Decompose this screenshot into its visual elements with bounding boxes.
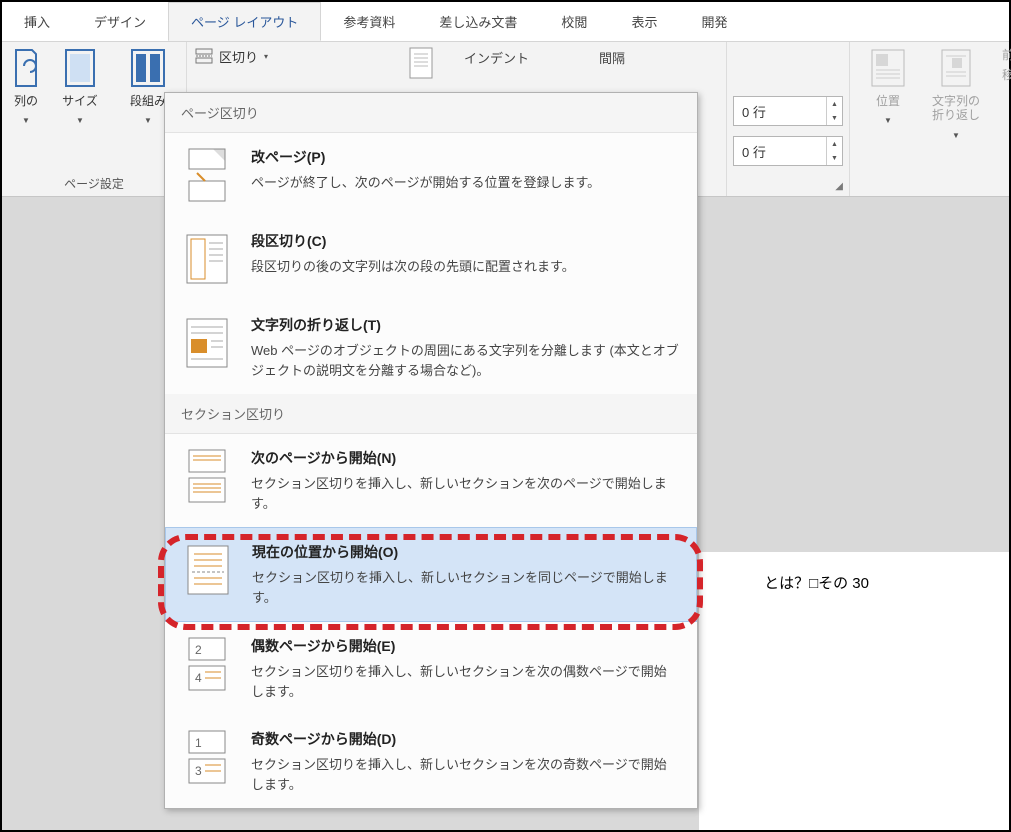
- position-label: 位置: [876, 94, 900, 108]
- menu-item-column-break[interactable]: 段区切り(C) 段区切りの後の文字列は次の段の先頭に配置されます。: [165, 217, 697, 301]
- spacing-after-value: 0 行: [734, 142, 826, 161]
- breaks-menu: ページ区切り 改ページ(P) ページが終了し、次のページが開始する位置を登録しま…: [164, 92, 698, 809]
- columns-label: 段組み: [130, 94, 166, 108]
- chevron-down-icon: ▼: [952, 131, 960, 140]
- chevron-up-icon[interactable]: ▲: [827, 97, 842, 111]
- continuous-desc: セクション区切りを挿入し、新しいセクションを同じページで開始します。: [252, 568, 678, 607]
- wrap-icon: [936, 48, 976, 88]
- dialog-launcher-icon[interactable]: ◢: [835, 181, 843, 192]
- breaks-label: 区切り: [219, 47, 258, 66]
- more-button[interactable]: 前 移: [996, 48, 1011, 83]
- continuous-icon: [184, 542, 232, 598]
- odd-page-title: 奇数ページから開始(D): [251, 729, 679, 749]
- column-break-desc: 段区切りの後の文字列は次の段の先頭に配置されます。: [251, 257, 679, 277]
- tab-review[interactable]: 校閲: [539, 2, 609, 41]
- continuous-title: 現在の位置から開始(O): [252, 542, 678, 562]
- menu-item-next-page[interactable]: 次のページから開始(N) セクション区切りを挿入し、新しいセクションを次のページ…: [165, 434, 697, 527]
- menu-section-section-breaks: セクション区切り: [165, 394, 697, 434]
- even-page-icon: 24: [183, 636, 231, 692]
- group-page-setup: 列の ▼ サイズ ▼ 段組み ▼ ページ設定: [2, 42, 187, 196]
- svg-text:3: 3: [195, 764, 202, 778]
- page-break-icon: [183, 147, 231, 203]
- svg-text:2: 2: [195, 643, 202, 657]
- chevron-down-icon: ▼: [76, 116, 84, 125]
- group-arrange: 位置 ▼ 文字列の 折り返し ▼ 前 移: [850, 42, 1011, 196]
- menu-section-page-breaks: ページ区切り: [165, 93, 697, 133]
- page-break-desc: ページが終了し、次のページが開始する位置を登録します。: [251, 173, 679, 193]
- next-page-desc: セクション区切りを挿入し、新しいセクションを次のページで開始します。: [251, 474, 679, 513]
- position-button[interactable]: 位置 ▼: [860, 48, 916, 125]
- chevron-down-icon: ▼: [22, 116, 30, 125]
- size-icon: [60, 48, 100, 88]
- spacing-before-value: 0 行: [734, 102, 826, 121]
- tab-layout[interactable]: ページ レイアウト: [168, 2, 321, 41]
- odd-page-icon: 13: [183, 729, 231, 785]
- column-break-icon: [183, 231, 231, 287]
- wrap-label: 文字列の 折り返し: [932, 94, 980, 123]
- indent-heading: インデント: [456, 42, 591, 73]
- indent-spacing-area: インデント 間隔: [456, 42, 726, 86]
- ribbon-tabs: 挿入 デザイン ページ レイアウト 参考資料 差し込み文書 校閲 表示 開発: [2, 2, 1009, 42]
- wrap-button[interactable]: 文字列の 折り返し ▼: [928, 48, 984, 140]
- tab-view[interactable]: 表示: [609, 2, 679, 41]
- size-button[interactable]: サイズ ▼: [52, 48, 108, 125]
- chevron-down-icon: ▼: [144, 116, 152, 125]
- size-label: サイズ: [62, 94, 98, 108]
- odd-page-desc: セクション区切りを挿入し、新しいセクションを次の奇数ページで開始します。: [251, 755, 679, 794]
- orientation-label: 列の: [14, 94, 38, 108]
- text-wrap-desc: Web ページのオブジェクトの周囲にある文字列を分離します (本文とオブジェクト…: [251, 341, 679, 380]
- menu-item-text-wrap[interactable]: 文字列の折り返し(T) Web ページのオブジェクトの周囲にある文字列を分離しま…: [165, 301, 697, 394]
- svg-text:4: 4: [195, 671, 202, 685]
- menu-item-odd-page[interactable]: 13 奇数ページから開始(D) セクション区切りを挿入し、新しいセクションを次の…: [165, 715, 697, 808]
- chevron-down-icon: ▼: [884, 116, 892, 125]
- column-break-title: 段区切り(C): [251, 231, 679, 251]
- menu-item-page-break[interactable]: 改ページ(P) ページが終了し、次のページが開始する位置を登録します。: [165, 133, 697, 217]
- text-wrap-icon: [183, 315, 231, 371]
- even-page-title: 偶数ページから開始(E): [251, 636, 679, 656]
- text-wrap-title: 文字列の折り返し(T): [251, 315, 679, 335]
- even-page-desc: セクション区切りを挿入し、新しいセクションを次の偶数ページで開始します。: [251, 662, 679, 701]
- tab-insert[interactable]: 挿入: [2, 2, 72, 41]
- menu-item-even-page[interactable]: 24 偶数ページから開始(E) セクション区切りを挿入し、新しいセクションを次の…: [165, 622, 697, 715]
- page-icon: [406, 46, 450, 82]
- tab-mailings[interactable]: 差し込み文書: [417, 2, 539, 41]
- spacing-heading: 間隔: [591, 42, 726, 73]
- page-break-title: 改ページ(P): [251, 147, 679, 167]
- document-text: とは？□その 30: [764, 572, 869, 593]
- chevron-up-icon[interactable]: ▲: [827, 137, 842, 151]
- tab-design[interactable]: デザイン: [72, 2, 168, 41]
- columns-icon: [128, 48, 168, 88]
- orientation-icon: [6, 48, 46, 88]
- menu-item-continuous[interactable]: 現在の位置から開始(O) セクション区切りを挿入し、新しいセクションを同じページ…: [165, 527, 697, 622]
- tab-references[interactable]: 参考資料: [321, 2, 417, 41]
- spacing-after-spin[interactable]: 0 行 ▲▼: [733, 136, 843, 166]
- spacing-before-spin[interactable]: 0 行 ▲▼: [733, 96, 843, 126]
- chevron-down-icon[interactable]: ▼: [827, 151, 842, 165]
- breaks-icon: [195, 47, 213, 65]
- chevron-down-icon[interactable]: ▼: [827, 111, 842, 125]
- breaks-button[interactable]: 区切り ▾: [187, 42, 276, 70]
- orientation-button[interactable]: 列の ▼: [12, 48, 40, 125]
- tab-developer[interactable]: 開発: [679, 2, 749, 41]
- more-label: 前: [1002, 48, 1011, 62]
- next-page-title: 次のページから開始(N): [251, 448, 679, 468]
- group-label-arrange: [938, 170, 941, 192]
- group-label-page-setup: ページ設定: [64, 167, 124, 192]
- position-icon: [868, 48, 908, 88]
- next-page-icon: [183, 448, 231, 504]
- svg-text:1: 1: [195, 736, 202, 750]
- document-page[interactable]: [699, 552, 1009, 830]
